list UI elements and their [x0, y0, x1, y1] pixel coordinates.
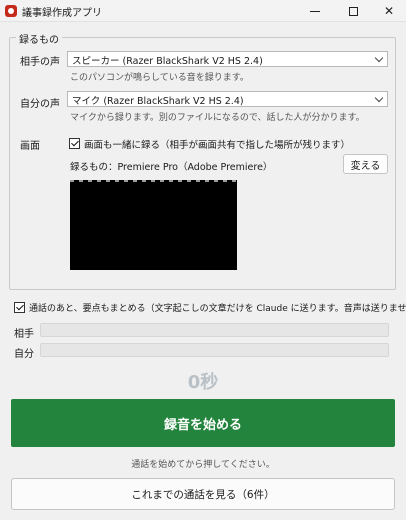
start-recording-button[interactable]: 録音を始める: [11, 399, 395, 447]
chevron-down-icon: [374, 93, 384, 103]
app-record-icon: [5, 5, 17, 17]
close-icon: ✕: [383, 4, 395, 18]
minimize-button[interactable]: [296, 0, 334, 22]
screen-target-text: 録るもの：Premiere Pro（Adobe Premiere）: [70, 162, 273, 173]
own-voice-hint: マイクから録ります。別のファイルになるので、話した人が分かります。: [70, 113, 365, 123]
partner-voice-selected: スピーカー (Razer BlackShark V2 HS 2.4): [72, 56, 263, 67]
minimize-icon: [310, 10, 320, 12]
partner-voice-label: 相手の声: [20, 57, 60, 68]
chevron-down-icon: [374, 53, 384, 63]
call-history-button[interactable]: これまでの通話を見る（6件）: [11, 478, 395, 510]
self-transcript-field: [40, 343, 389, 357]
summary-checkbox[interactable]: [14, 302, 25, 313]
partner-voice-hint: このパソコンが鳴らしている音を録ります。: [70, 73, 249, 83]
elapsed-timer: 0秒: [187, 372, 219, 393]
own-voice-label: 自分の声: [20, 99, 60, 110]
recording-sources-legend: 録るもの: [16, 31, 62, 46]
own-voice-select[interactable]: マイク (Razer BlackShark V2 HS 2.4): [67, 91, 388, 107]
self-transcript-label: 自分: [14, 349, 34, 360]
screen-preview: [70, 182, 237, 270]
maximize-icon: [348, 6, 358, 16]
close-button[interactable]: ✕: [370, 0, 406, 22]
window-title: 議事録作成アプリ: [22, 8, 102, 19]
summary-checkbox-label[interactable]: 通話のあと、要点もまとめる（文字起こしの文章だけを Claude に送ります。音…: [29, 301, 406, 314]
screen-record-checkbox-label[interactable]: 画面も一緒に録る（相手が画面共有で指した場所が残ります）: [84, 137, 350, 151]
own-voice-selected: マイク (Razer BlackShark V2 HS 2.4): [72, 96, 244, 107]
partner-transcript-field: [40, 323, 389, 337]
screen-record-checkbox[interactable]: [69, 138, 80, 149]
partner-voice-select[interactable]: スピーカー (Razer BlackShark V2 HS 2.4): [67, 51, 388, 67]
maximize-button[interactable]: [334, 0, 372, 22]
change-target-button[interactable]: 変える: [343, 154, 388, 174]
screen-label: 画面: [20, 141, 40, 152]
record-hint: 通話を始めてから押してください。: [131, 460, 275, 470]
title-bar: 議事録作成アプリ ✕: [0, 0, 406, 22]
partner-transcript-label: 相手: [14, 329, 34, 340]
